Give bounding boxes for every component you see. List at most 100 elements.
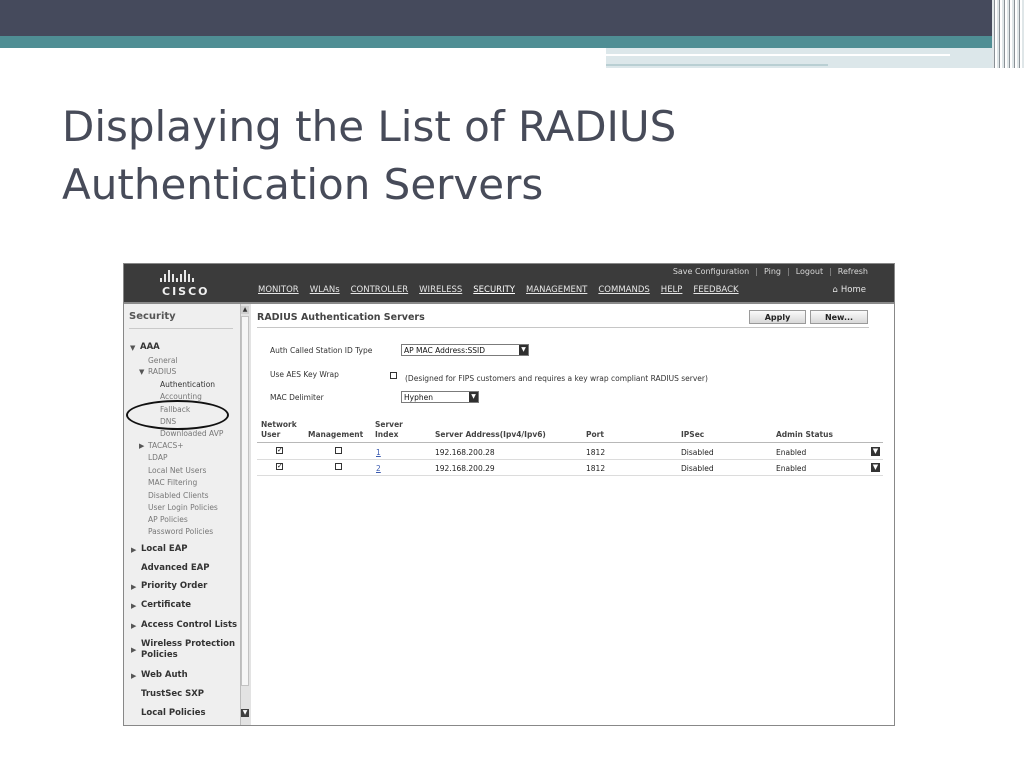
row-dropdown-icon[interactable]: ▼ <box>871 463 880 472</box>
cisco-logo-icon <box>160 270 194 282</box>
header-server-address: Server Address(Ipv4/Ipv6) <box>435 430 546 439</box>
sidebar-item-general[interactable]: General <box>148 356 178 365</box>
server-address: 192.168.200.28 <box>435 448 495 457</box>
row-divider <box>257 475 883 476</box>
nav-feedback[interactable]: FEEDBACK <box>693 285 738 295</box>
logout-link[interactable]: Logout <box>796 267 823 276</box>
main-nav: MONITOR WLANs CONTROLLER WIRELESS SECURI… <box>258 285 739 295</box>
new-button[interactable]: New... <box>810 310 868 324</box>
select-value: Hyphen <box>404 393 433 402</box>
aes-key-wrap-checkbox[interactable] <box>390 372 397 379</box>
sidebar-item-local-eap[interactable]: Local EAP <box>141 544 188 555</box>
home-link[interactable]: ⌂ Home <box>832 285 866 295</box>
sidebar-item-ldap[interactable]: LDAP <box>148 453 167 462</box>
sidebar-item-disabled-clients[interactable]: Disabled Clients <box>148 491 209 500</box>
sidebar-divider <box>129 328 233 329</box>
chevron-right-icon[interactable]: ▶ <box>131 622 136 630</box>
chevron-down-icon: ▼ <box>469 392 478 402</box>
nav-monitor[interactable]: MONITOR <box>258 285 299 295</box>
slide-accent-band <box>0 36 1024 48</box>
chevron-right-icon[interactable]: ▶ <box>131 583 136 591</box>
sidebar-item-radius[interactable]: RADIUS <box>148 367 176 376</box>
management-checkbox[interactable] <box>335 447 342 454</box>
cisco-logo-text: CISCO <box>162 285 210 298</box>
sidebar-item-downloaded-avp[interactable]: Downloaded AVP <box>160 429 223 438</box>
chevron-down-icon[interactable]: ▼ <box>139 368 144 376</box>
nav-wireless[interactable]: WIRELESS <box>419 285 462 295</box>
server-port: 1812 <box>586 464 606 473</box>
title-divider <box>257 327 869 328</box>
nav-controller[interactable]: CONTROLLER <box>351 285 409 295</box>
auth-called-station-select[interactable]: AP MAC Address:SSID ▼ <box>401 344 529 356</box>
sidebar-item-mac-filtering[interactable]: MAC Filtering <box>148 478 197 487</box>
sidebar-item-authentication[interactable]: Authentication <box>160 380 215 389</box>
ping-link[interactable]: Ping <box>764 267 781 276</box>
page-title: RADIUS Authentication Servers <box>257 312 425 323</box>
chevron-right-icon[interactable]: ▶ <box>139 442 144 450</box>
home-label: Home <box>840 285 866 295</box>
highlight-circle <box>126 400 229 430</box>
aes-key-wrap-note: (Designed for FIPS customers and require… <box>405 374 708 383</box>
sidebar-item-access-control-lists[interactable]: Access Control Lists <box>141 620 237 631</box>
sidebar-item-local-net-users[interactable]: Local Net Users <box>148 466 206 475</box>
sidebar-item-advanced-eap[interactable]: Advanced EAP <box>141 563 209 574</box>
sidebar-item-web-auth[interactable]: Web Auth <box>141 670 188 681</box>
apply-button[interactable]: Apply <box>749 310 806 324</box>
chevron-right-icon[interactable]: ▶ <box>131 672 136 680</box>
slide-corner-stripes <box>992 0 1024 68</box>
sidebar-item-aaa[interactable]: AAA <box>140 342 160 353</box>
slide-title: Displaying the List of RADIUS Authentica… <box>62 98 822 214</box>
chevron-right-icon[interactable]: ▶ <box>131 646 136 654</box>
refresh-link[interactable]: Refresh <box>838 267 868 276</box>
slide-top-bar <box>0 0 1024 36</box>
header-admin-status: Admin Status <box>776 430 833 439</box>
management-checkbox[interactable] <box>335 463 342 470</box>
sidebar-item-label: Wireless Protection <box>141 639 235 649</box>
chevron-down-icon: ▼ <box>519 345 528 355</box>
nav-security[interactable]: SECURITY <box>473 285 515 295</box>
scroll-down-icon[interactable]: ▼ <box>241 709 249 717</box>
sidebar-item-label: Policies <box>141 650 178 660</box>
utility-links: Save Configuration | Ping | Logout | Ref… <box>672 267 868 276</box>
row-dropdown-icon[interactable]: ▼ <box>871 447 880 456</box>
slide-title-line: Displaying the List of RADIUS <box>62 102 677 151</box>
server-index-link[interactable]: 1 <box>376 448 381 457</box>
server-address: 192.168.200.29 <box>435 464 495 473</box>
chevron-right-icon[interactable]: ▶ <box>131 602 136 610</box>
sidebar-item-tacacs[interactable]: TACACS+ <box>148 441 184 450</box>
network-user-checkbox[interactable]: ✓ <box>276 447 283 454</box>
sidebar-item-priority-order[interactable]: Priority Order <box>141 581 207 592</box>
slide-title-line: Authentication Servers <box>62 160 544 209</box>
slide-accent-line <box>606 54 950 56</box>
sidebar-item-local-policies[interactable]: Local Policies <box>141 708 206 719</box>
server-ipsec: Disabled <box>681 464 714 473</box>
scrollbar-thumb[interactable] <box>241 316 249 686</box>
sidebar-item-ap-policies[interactable]: AP Policies <box>148 515 188 524</box>
slide-accent-line <box>606 64 828 66</box>
sidebar-item-user-login-policies[interactable]: User Login Policies <box>148 503 218 512</box>
sidebar-item-certificate[interactable]: Certificate <box>141 600 191 611</box>
home-icon: ⌂ <box>832 285 838 295</box>
header-management: Management <box>308 430 364 439</box>
nav-help[interactable]: HELP <box>661 285 683 295</box>
nav-wlans[interactable]: WLANs <box>310 285 340 295</box>
nav-management[interactable]: MANAGEMENT <box>526 285 587 295</box>
sidebar: Security ▼ AAA General ▼ RADIUS Authenti… <box>124 304 241 725</box>
network-user-checkbox[interactable]: ✓ <box>276 463 283 470</box>
header-network-user: Network User <box>261 420 297 439</box>
sidebar-item-password-policies[interactable]: Password Policies <box>148 527 213 536</box>
aes-key-wrap-label: Use AES Key Wrap <box>270 370 339 379</box>
header-server-index: Server Index <box>375 420 403 439</box>
save-configuration-link[interactable]: Save Configuration <box>673 267 749 276</box>
sidebar-item-wireless-protection-policies[interactable]: Wireless Protection Policies <box>141 639 235 661</box>
nav-commands[interactable]: COMMANDS <box>598 285 649 295</box>
sidebar-item-trustsec-sxp[interactable]: TrustSec SXP <box>141 689 204 700</box>
chevron-right-icon[interactable]: ▶ <box>131 546 136 554</box>
server-ipsec: Disabled <box>681 448 714 457</box>
chevron-down-icon[interactable]: ▼ <box>130 344 135 352</box>
server-admin-status: Enabled <box>776 448 807 457</box>
mac-delimiter-select[interactable]: Hyphen ▼ <box>401 391 479 403</box>
server-admin-status: Enabled <box>776 464 807 473</box>
server-index-link[interactable]: 2 <box>376 464 381 473</box>
scroll-up-icon[interactable]: ▲ <box>241 306 249 314</box>
